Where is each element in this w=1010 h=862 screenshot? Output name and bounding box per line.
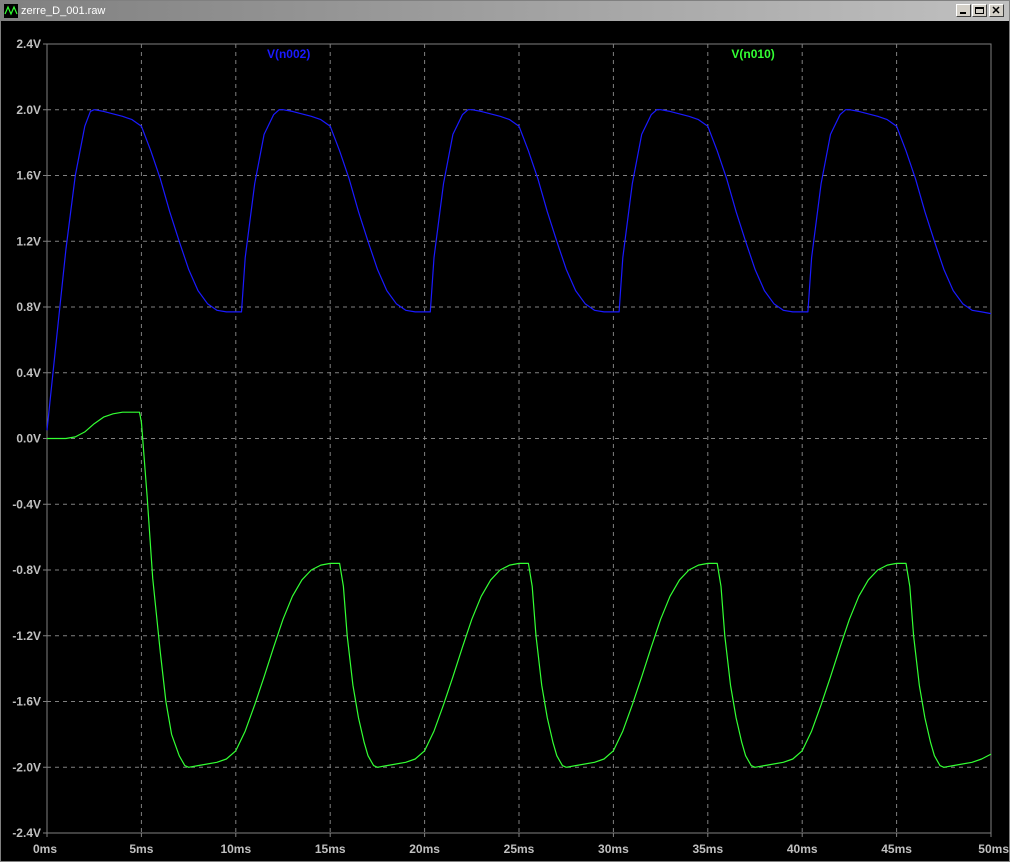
x-axis-ticks: 0ms 5ms 10ms 15ms 20ms 25ms 30ms 35ms 40ms 45ms 50… xyxy=(33,833,1009,856)
x-tick-label: 50ms xyxy=(978,842,1009,856)
y-tick-label: -2.0V xyxy=(12,760,41,774)
y-tick-label: 1.6V xyxy=(16,169,41,183)
y-tick-label: 0.0V xyxy=(16,432,41,446)
y-axis-ticks: 2.4V 2.0V 1.6V 1.2V 0.8V 0.4V 0.0V -0.4V -0.8V -1… xyxy=(12,37,47,840)
x-tick-label: 30ms xyxy=(598,842,629,856)
grid xyxy=(47,44,991,833)
x-tick-label: 25ms xyxy=(504,842,535,856)
close-icon xyxy=(992,6,1000,14)
trace-legend: V(n002) V(n010) xyxy=(267,47,775,61)
y-tick-label: -1.6V xyxy=(12,695,41,709)
minimize-icon xyxy=(960,12,966,14)
restore-button[interactable] xyxy=(972,4,987,17)
y-tick-label: -0.4V xyxy=(12,497,41,511)
minimize-button[interactable] xyxy=(956,4,971,17)
window-title: zerre_D_001.raw xyxy=(21,5,106,17)
x-tick-label: 10ms xyxy=(220,842,251,856)
x-tick-label: 0ms xyxy=(33,842,57,856)
waveform-window: zerre_D_001.raw 2.4V 2.0V 1.6V 1.2V 0.8V 0.4V… xyxy=(0,0,1010,862)
x-tick-label: 35ms xyxy=(692,842,723,856)
legend-label-vn002: V(n002) xyxy=(267,47,310,61)
close-button[interactable] xyxy=(989,4,1004,17)
y-tick-label: 0.8V xyxy=(16,300,41,314)
waveform-plot[interactable]: 2.4V 2.0V 1.6V 1.2V 0.8V 0.4V 0.0V -0.4V -0.8V -1… xyxy=(1,21,1009,861)
x-tick-label: 20ms xyxy=(409,842,440,856)
y-tick-label: 1.2V xyxy=(16,234,41,248)
waveform-app-icon xyxy=(4,4,18,18)
y-tick-label: 2.0V xyxy=(16,103,41,117)
y-tick-label: -0.8V xyxy=(12,563,41,577)
y-tick-label: 0.4V xyxy=(16,366,41,380)
x-tick-label: 5ms xyxy=(129,842,153,856)
legend-label-vn010: V(n010) xyxy=(731,47,774,61)
y-tick-label: 2.4V xyxy=(16,37,41,51)
x-tick-label: 40ms xyxy=(787,842,818,856)
x-tick-label: 15ms xyxy=(315,842,346,856)
y-tick-label: -1.2V xyxy=(12,629,41,643)
restore-icon xyxy=(975,7,984,14)
title-bar[interactable]: zerre_D_001.raw xyxy=(1,1,1009,21)
y-tick-label: -2.4V xyxy=(12,826,41,840)
x-tick-label: 45ms xyxy=(881,842,912,856)
